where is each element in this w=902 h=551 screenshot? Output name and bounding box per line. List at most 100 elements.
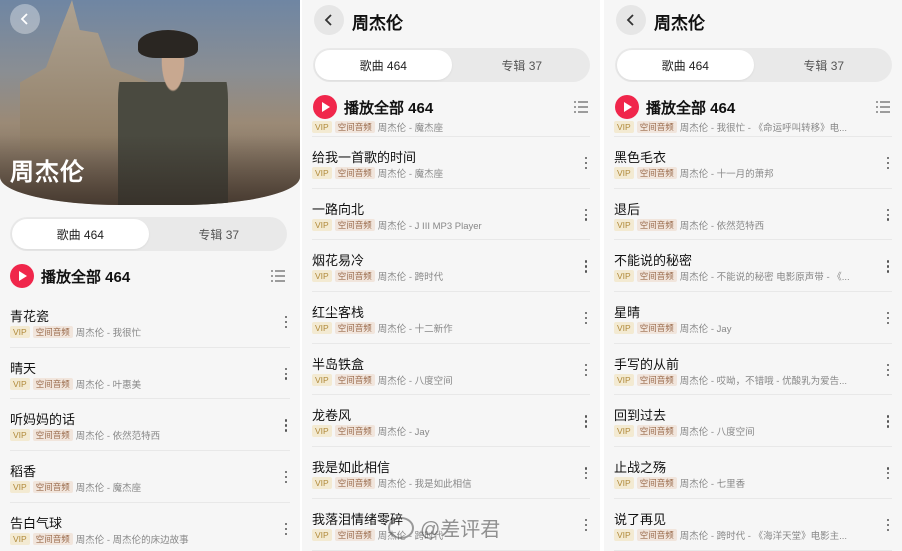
song-title: 止战之殇 — [614, 460, 667, 476]
song-meta: VIP 空间音频 周杰伦 - 魔杰座 — [312, 166, 443, 180]
list-item[interactable]: 说了再见 VIP 空间音频 周杰伦 - 跨时代 - 《海洋天堂》电影主... — [614, 499, 892, 551]
more-options-icon[interactable] — [285, 522, 288, 538]
list-item[interactable]: 红尘客栈 VIP 空间音频 周杰伦 - 十二新作 — [312, 292, 590, 344]
more-options-icon[interactable] — [887, 415, 890, 430]
list-item[interactable]: 青花瓷 VIP 空间音频 周杰伦 - 我很忙 — [10, 296, 290, 348]
tab-albums[interactable]: 专辑 37 — [756, 48, 893, 82]
more-options-icon[interactable] — [887, 312, 890, 327]
spatial-audio-badge: 空间音频 — [636, 167, 677, 179]
song-title: 听妈妈的话 — [10, 412, 76, 428]
song-title: 半岛铁盒 — [312, 356, 365, 372]
multi-select-icon[interactable] — [271, 270, 285, 282]
vip-badge: VIP — [312, 270, 332, 283]
more-options-icon[interactable] — [585, 363, 588, 379]
spatial-audio-badge: 空间音频 — [636, 322, 677, 335]
back-button[interactable] — [10, 4, 40, 34]
spatial-audio-badge: 空间音频 — [32, 377, 73, 390]
more-options-icon[interactable] — [585, 415, 588, 430]
tab-songs[interactable]: 歌曲 464 — [617, 50, 754, 80]
song-title: 退后 — [614, 201, 641, 217]
more-options-icon[interactable] — [285, 471, 288, 486]
play-all-button[interactable]: 播放全部 464 — [313, 95, 433, 119]
list-item[interactable]: 稻香 VIP 空间音频 周杰伦 - 魔杰座 — [10, 451, 290, 503]
vip-badge: VIP — [10, 377, 30, 390]
back-button[interactable] — [314, 5, 344, 35]
list-item[interactable]: 止战之殇 VIP 空间音频 周杰伦 - 七里香 — [614, 447, 892, 499]
tab-songs[interactable]: 歌曲 464 — [315, 50, 452, 80]
chevron-left-icon — [20, 13, 28, 25]
song-artist-album: 周杰伦 - J III MP3 Player — [377, 220, 482, 232]
song-title: 红尘客栈 — [312, 305, 365, 321]
song-title: 手写的从前 — [614, 356, 680, 372]
vip-badge: VIP — [614, 322, 634, 335]
list-item[interactable]: 晴天 VIP 空间音频 周杰伦 - 叶惠美 — [10, 348, 290, 400]
list-item[interactable]: 龙卷风 VIP 空间音频 周杰伦 - Jay — [312, 395, 590, 448]
play-all-button[interactable]: 播放全部 464 — [10, 264, 130, 288]
song-meta: VIP 空间音频 周杰伦 - 依然范特西 — [10, 428, 160, 442]
list-item[interactable]: 不能说的秘密 VIP 空间音频 周杰伦 - 不能说的秘密 电影原声带 - 《... — [614, 240, 892, 293]
list-item[interactable]: 手写的从前 VIP 空间音频 周杰伦 - 哎呦，不错哦 - 优酸乳为爱告... — [614, 344, 892, 396]
tab-bar: 歌曲 464 专辑 37 — [10, 217, 287, 251]
spatial-audio-badge: 空间音频 — [32, 326, 73, 338]
song-artist-album: 周杰伦 - 八度空间 — [377, 375, 453, 387]
tab-albums[interactable]: 专辑 37 — [454, 48, 591, 82]
more-options-icon[interactable] — [887, 467, 890, 482]
song-artist-album: 周杰伦 - 叶惠美 — [75, 379, 142, 391]
artist-name: 周杰伦 — [10, 159, 85, 186]
more-options-icon[interactable] — [285, 419, 288, 434]
tab-songs[interactable]: 歌曲 464 — [12, 219, 149, 249]
more-options-icon[interactable] — [887, 363, 890, 379]
vip-badge: VIP — [312, 477, 332, 490]
list-item[interactable]: 半岛铁盒 VIP 空间音频 周杰伦 - 八度空间 — [312, 344, 590, 396]
more-options-icon[interactable] — [585, 518, 588, 534]
artist-hero-image: 周杰伦 — [0, 0, 300, 205]
list-item[interactable]: 星晴 VIP 空间音频 周杰伦 - Jay — [614, 292, 892, 344]
song-meta: VIP 空间音频 周杰伦 - 八度空间 — [614, 424, 755, 438]
list-item[interactable]: 黑色毛衣 VIP 空间音频 周杰伦 - 十一月的萧邦 — [614, 137, 892, 189]
multi-select-icon[interactable] — [876, 101, 890, 113]
more-options-icon[interactable] — [887, 518, 890, 534]
spatial-audio-badge: 空间音频 — [636, 218, 677, 231]
watermark-text: @差评君 — [420, 519, 501, 541]
vip-badge: VIP — [614, 270, 634, 283]
more-options-icon[interactable] — [585, 157, 588, 172]
more-options-icon[interactable] — [887, 157, 890, 172]
spatial-audio-badge: 空间音频 — [636, 425, 677, 438]
multi-select-icon[interactable] — [574, 101, 588, 113]
song-meta: VIP 空间音频 周杰伦 - 不能说的秘密 电影原声带 - 《... — [614, 269, 850, 283]
back-button[interactable] — [616, 5, 646, 35]
play-all-button[interactable]: 播放全部 464 — [615, 95, 735, 119]
list-item[interactable]: 烟花易冷 VIP 空间音频 周杰伦 - 跨时代 — [312, 240, 590, 293]
song-artist-album: 周杰伦 - 十一月的萧邦 — [679, 169, 774, 180]
list-item-partial[interactable]: VIP 空间音频 周杰伦 - 魔杰座 — [312, 120, 590, 137]
more-options-icon[interactable] — [285, 316, 288, 331]
spatial-audio-badge: 空间音频 — [636, 528, 677, 541]
more-options-icon[interactable] — [887, 260, 890, 275]
list-item[interactable]: 我是如此相信 VIP 空间音频 周杰伦 - 我是如此相信 — [312, 447, 590, 499]
more-options-icon[interactable] — [887, 208, 890, 224]
more-options-icon[interactable] — [585, 467, 588, 482]
list-item[interactable]: 给我一首歌的时间 VIP 空间音频 周杰伦 - 魔杰座 — [312, 137, 590, 189]
spatial-audio-badge: 空间音频 — [334, 218, 375, 231]
more-options-icon[interactable] — [585, 312, 588, 327]
play-icon — [10, 264, 34, 288]
more-options-icon[interactable] — [585, 260, 588, 275]
list-item[interactable]: 听妈妈的话 VIP 空间音频 周杰伦 - 依然范特西 — [10, 399, 290, 452]
list-item[interactable]: 回到过去 VIP 空间音频 周杰伦 - 八度空间 — [614, 395, 892, 448]
list-item[interactable]: 退后 VIP 空间音频 周杰伦 - 依然范特西 — [614, 189, 892, 241]
vip-badge: VIP — [614, 477, 634, 490]
chevron-left-icon — [324, 14, 332, 26]
song-meta: VIP 空间音频 周杰伦 - 七里香 — [614, 476, 745, 490]
song-meta: VIP 空间音频 周杰伦 - 我很忙 - 《命运呼叫转移》电... — [614, 120, 847, 134]
spatial-audio-badge: 空间音频 — [636, 121, 677, 133]
more-options-icon[interactable] — [585, 208, 588, 224]
list-item[interactable]: 一路向北 VIP 空间音频 周杰伦 - J III MP3 Player — [312, 189, 590, 241]
weibo-icon — [388, 516, 414, 539]
list-item[interactable]: 告白气球 VIP 空间音频 周杰伦 - 周杰伦的床边故事 — [10, 503, 290, 551]
artist-panel-3: 周杰伦 歌曲 464 专辑 37 播放全部 464 VIP 空间音频 周杰伦 - 我… — [604, 0, 902, 551]
song-artist-album: 周杰伦 - 魔杰座 — [377, 169, 444, 180]
vip-badge: VIP — [312, 425, 332, 438]
tab-albums[interactable]: 专辑 37 — [151, 217, 288, 251]
more-options-icon[interactable] — [285, 367, 288, 383]
list-item-partial[interactable]: VIP 空间音频 周杰伦 - 我很忙 - 《命运呼叫转移》电... — [614, 120, 892, 137]
